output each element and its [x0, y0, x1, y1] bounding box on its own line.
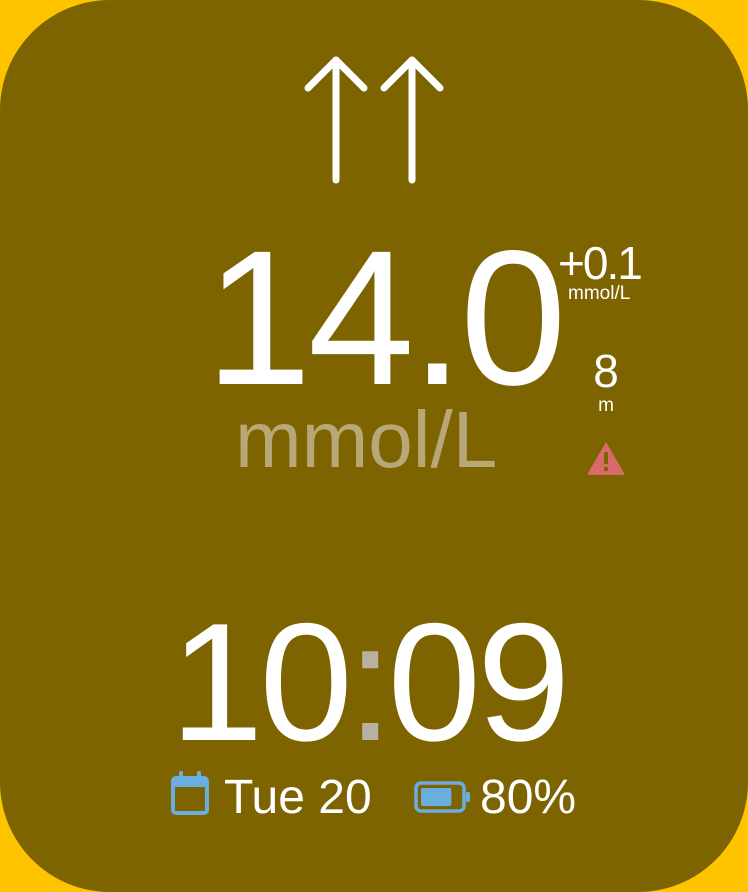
clock-separator: : [346, 588, 394, 776]
glucose-delta-value: +0.1 [558, 237, 643, 289]
double-up-arrow-icon [304, 56, 444, 184]
battery-fill [421, 788, 452, 806]
clock: 10:09 [170, 598, 580, 766]
date-text: Tue 20 [224, 771, 372, 824]
clock-hours: 10 [170, 588, 353, 776]
battery-icon [414, 781, 470, 813]
glucose-value: 14.0 [205, 210, 567, 425]
glucose-delta-unit: mmol/L [568, 283, 631, 304]
calendar-icon [171, 771, 209, 815]
watch-face: 14.0 mmol/L +0.1 mmol/L 8 m 10:09 Tue 20… [0, 0, 748, 892]
warning-triangle-icon [587, 442, 625, 475]
clock-minutes: 09 [387, 588, 571, 776]
battery-percentage: 80% [480, 771, 577, 824]
glucose-unit: mmol/L [235, 395, 498, 484]
reading-age-value: 8 [593, 345, 619, 397]
reading-age-unit: m [598, 395, 614, 416]
